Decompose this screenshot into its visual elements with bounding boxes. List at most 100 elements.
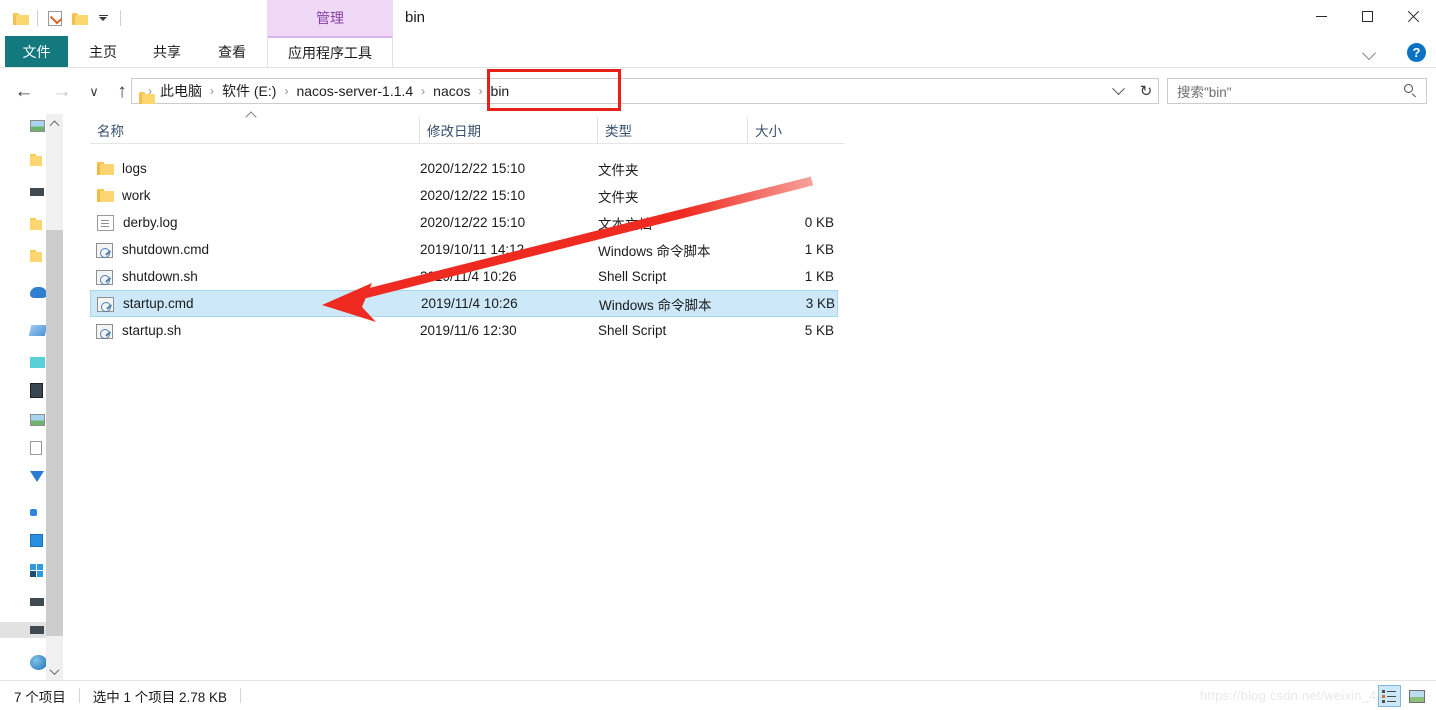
search-input[interactable]: 搜索"bin" (1177, 81, 1232, 101)
table-row[interactable]: logs 2020/12/22 15:10 文件夹 (90, 155, 838, 182)
file-name-cell[interactable]: logs (96, 160, 416, 177)
file-size: 3 KB (805, 296, 835, 311)
help-icon[interactable]: ? (1407, 43, 1426, 62)
sidebar-item-drive-d[interactable] (30, 594, 46, 610)
breadcrumb-nacos[interactable]: nacos (430, 83, 473, 99)
file-size: 5 KB (804, 323, 834, 338)
search-box[interactable]: 搜索"bin" (1167, 78, 1427, 104)
file-name: derby.log (123, 215, 178, 230)
chevron-down-icon[interactable] (1362, 44, 1378, 60)
table-row[interactable]: startup.sh 2019/11/6 12:30 Shell Script … (90, 317, 838, 344)
sidebar-item-windows[interactable] (30, 562, 46, 578)
file-name-cell[interactable]: work (96, 187, 416, 204)
column-header-size[interactable]: 大小 (748, 117, 845, 143)
sidebar-scrollbar[interactable] (46, 114, 63, 680)
breadcrumb-this-pc[interactable]: 此电脑 (157, 81, 205, 101)
folder-icon[interactable] (8, 6, 32, 30)
table-row[interactable]: shutdown.cmd 2019/10/11 14:12 Windows 命令… (90, 236, 838, 263)
folder-icon (96, 187, 114, 204)
file-name: shutdown.cmd (122, 242, 210, 257)
table-row[interactable]: shutdown.sh 2019/11/4 10:26 Shell Script… (90, 263, 838, 290)
file-explorer-window: 管理 bin 文件 主页 共享 查看 应用程序工具 ? ← → ∨ ↑ › 此电… (0, 0, 1436, 710)
column-header-name[interactable]: 名称 (90, 117, 420, 143)
file-name-cell[interactable]: shutdown.cmd (96, 242, 416, 258)
sidebar-item-device-1[interactable] (30, 184, 46, 200)
file-name: startup.cmd (123, 296, 194, 311)
navigation-pane[interactable] (0, 114, 46, 680)
quick-access-toolbar (8, 6, 126, 30)
breadcrumb-drive-e[interactable]: 软件 (E:) (219, 81, 279, 101)
file-list[interactable]: logs 2020/12/22 15:10 文件夹 work 2020/12/2… (90, 155, 838, 344)
window-title: bin (405, 9, 426, 26)
address-dropdown-icon[interactable] (1106, 79, 1130, 103)
sidebar-item-onedrive[interactable] (30, 284, 46, 300)
tab-share[interactable]: 共享 (142, 36, 192, 67)
ribbon-tab-row: 文件 主页 共享 查看 应用程序工具 (0, 36, 1436, 67)
large-icons-view-button[interactable] (1405, 685, 1428, 707)
sidebar-item-documents[interactable] (30, 440, 46, 456)
scrollbar-thumb[interactable] (46, 230, 63, 636)
file-type: Windows 命令脚本 (598, 243, 711, 259)
refresh-icon[interactable]: ↻ (1134, 79, 1158, 103)
file-name-cell[interactable]: derby.log (96, 214, 416, 231)
forward-button[interactable]: → (48, 78, 76, 106)
table-row-selected[interactable]: startup.cmd 2019/11/4 10:26 Windows 命令脚本… (90, 290, 838, 317)
file-date: 2019/10/11 14:12 (420, 242, 525, 257)
status-divider-2 (240, 688, 242, 703)
status-bar: 7 个项目 选中 1 个项目 2.78 KB https://blog.csdn… (0, 680, 1436, 710)
qat-divider (37, 10, 38, 26)
tab-view[interactable]: 查看 (207, 36, 257, 67)
file-name-cell[interactable]: shutdown.sh (96, 269, 416, 285)
selection-label: 选中 1 个项目 2.78 KB (92, 689, 228, 705)
customize-dropdown-icon[interactable] (91, 6, 115, 30)
sidebar-item-network[interactable] (30, 354, 46, 370)
recent-locations-button[interactable]: ∨ (80, 78, 108, 106)
minimize-button[interactable] (1298, 0, 1344, 32)
sidebar-item-network-2[interactable] (30, 654, 46, 670)
table-row[interactable]: work 2020/12/22 15:10 文件夹 (90, 182, 838, 209)
sidebar-item-drive-e-selected[interactable] (0, 622, 46, 638)
tab-application-tools[interactable]: 应用程序工具 (267, 36, 393, 67)
column-header-date[interactable]: 修改日期 (420, 117, 598, 143)
file-type: Windows 命令脚本 (599, 297, 712, 313)
close-button[interactable] (1390, 0, 1436, 32)
tab-file[interactable]: 文件 (5, 36, 68, 67)
file-date: 2019/11/6 12:30 (420, 323, 517, 338)
script-icon (96, 323, 113, 339)
sidebar-item-this-pc[interactable] (28, 322, 46, 338)
new-folder-icon[interactable] (67, 6, 91, 30)
details-view-button[interactable] (1378, 685, 1401, 707)
breadcrumb-nacos-server[interactable]: nacos-server-1.1.4 (293, 83, 416, 99)
view-mode-buttons (1378, 685, 1428, 707)
column-header-type[interactable]: 类型 (598, 117, 748, 143)
back-button[interactable]: ← (10, 78, 38, 106)
sidebar-item-pictures-2[interactable] (30, 412, 46, 428)
file-name-cell[interactable]: startup.cmd (97, 296, 417, 312)
sidebar-item-music[interactable] (30, 504, 46, 520)
address-bar[interactable]: › 此电脑 › 软件 (E:) › nacos-server-1.1.4 › n… (131, 78, 1159, 104)
scroll-down-icon[interactable] (46, 663, 63, 680)
file-name: shutdown.sh (122, 269, 198, 284)
breadcrumb-bin[interactable]: bin (488, 83, 513, 99)
breadcrumb-separator: › (421, 84, 426, 98)
file-size: 0 KB (804, 215, 834, 230)
sidebar-item-calculator[interactable] (30, 382, 46, 398)
script-icon (97, 296, 114, 312)
sidebar-item-folder-1[interactable] (30, 152, 46, 168)
item-count-label: 7 个项目 (14, 689, 66, 705)
sidebar-item-folder-2[interactable] (30, 216, 46, 232)
sidebar-item-pictures[interactable] (30, 118, 46, 134)
status-divider (78, 688, 80, 703)
column-headers: 名称 修改日期 类型 大小 (90, 117, 845, 143)
scroll-up-icon[interactable] (46, 114, 63, 131)
sidebar-item-downloads[interactable] (30, 468, 46, 484)
file-name-cell[interactable]: startup.sh (96, 323, 416, 339)
file-type: 文本文档 (598, 216, 652, 232)
properties-icon[interactable] (43, 6, 67, 30)
tab-home[interactable]: 主页 (78, 36, 128, 67)
maximize-button[interactable] (1344, 0, 1390, 32)
sidebar-item-folder-3[interactable] (30, 248, 46, 264)
script-icon (96, 269, 113, 285)
table-row[interactable]: derby.log 2020/12/22 15:10 文本文档 0 KB (90, 209, 838, 236)
sidebar-item-drive-c[interactable] (30, 532, 46, 548)
